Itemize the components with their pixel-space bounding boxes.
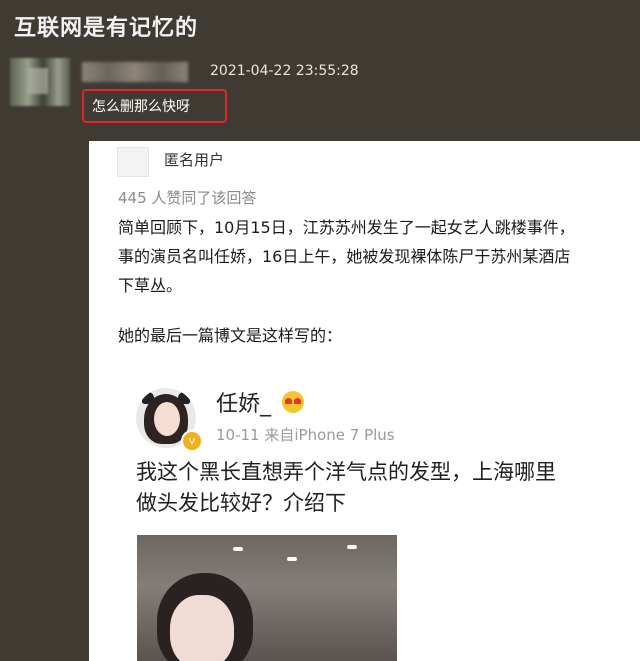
- answer-paragraph-2: 她的最后一篇博文是这样写的：: [118, 326, 343, 345]
- face-shape: [154, 402, 180, 436]
- answer-paragraph-line: 下草丛。: [118, 276, 183, 295]
- ceiling-light: [233, 547, 243, 551]
- comment-text: 怎么删那么快呀: [92, 99, 190, 115]
- weibo-username[interactable]: 任娇_: [216, 386, 271, 418]
- weibo-post-line: 我这个黑长直想弄个洋气点的发型，上海哪里: [136, 460, 556, 484]
- ceiling-light: [287, 557, 297, 561]
- weibo-post-line: 做头发比较好？介绍下: [136, 491, 346, 515]
- weibo-post-text: 我这个黑长直想弄个洋气点的发型，上海哪里 做头发比较好？介绍下: [136, 457, 640, 519]
- answer-paragraph-line: 简单回顾下，10月15日，江苏苏州发生了一起女艺人跳楼事件，: [118, 218, 575, 237]
- avatar[interactable]: [10, 58, 70, 106]
- username-blurred[interactable]: [82, 62, 188, 82]
- answer-paragraph: 简单回顾下，10月15日，江苏苏州发生了一起女艺人跳楼事件， 事的演员名叫任娇，…: [118, 213, 640, 300]
- answer-screenshot-card: 匿名用户 445 人赞同了该回答 简单回顾下，10月15日，江苏苏州发生了一起女…: [89, 141, 640, 661]
- heart-emoji-icon: [282, 391, 304, 413]
- answer-paragraph-line: 事的演员名叫任娇，16日上午，她被发现裸体陈尸于苏州某酒店: [118, 247, 571, 266]
- weibo-post-photo[interactable]: [137, 535, 397, 661]
- answer-author[interactable]: 匿名用户: [164, 149, 224, 170]
- weibo-post-meta: 10-11 来自iPhone 7 Plus: [216, 426, 395, 444]
- portrait-face: [170, 595, 234, 661]
- page-title: 互联网是有记忆的: [14, 16, 199, 41]
- verified-badge-icon: v: [181, 430, 203, 452]
- ceiling-light: [347, 545, 357, 549]
- comment-timestamp: 2021-04-22 23:55:28: [210, 63, 359, 79]
- anonymous-avatar: [117, 147, 149, 177]
- answer-likes: 445 人赞同了该回答: [118, 189, 257, 207]
